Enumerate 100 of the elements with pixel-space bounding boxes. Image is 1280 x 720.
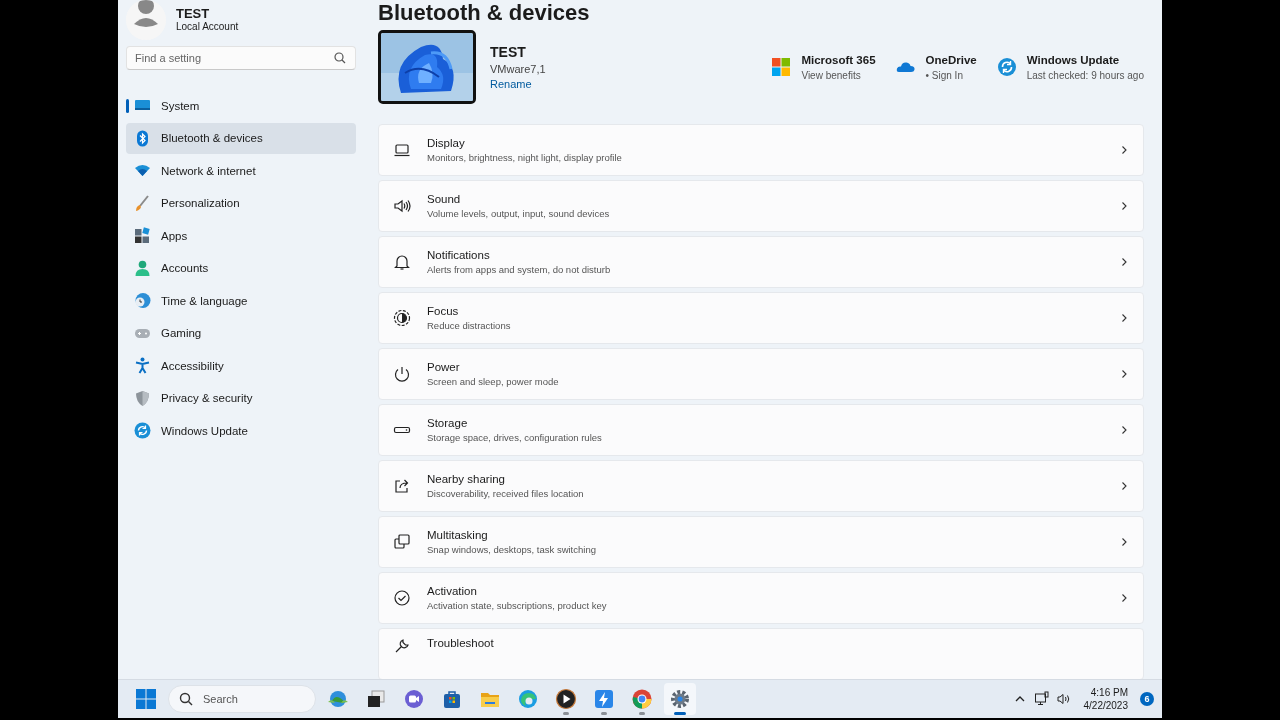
wrench-icon — [393, 637, 411, 655]
taskbar-app-button[interactable] — [664, 683, 696, 715]
taskbar-search-field[interactable]: Search — [168, 685, 316, 713]
card-subtitle: Monitors, brightness, night light, display profile — [427, 152, 622, 163]
settings-card[interactable]: Multitasking Snap windows, desktops, task switching — [378, 516, 1144, 568]
task-view-icon — [365, 688, 387, 710]
widgets-icon — [327, 688, 349, 710]
card-subtitle: Reduce distractions — [427, 320, 511, 331]
browser-icon — [517, 688, 539, 710]
sidebar-item[interactable]: Bluetooth & devices — [126, 122, 356, 154]
settings-card[interactable]: Storage Storage space, drives, configuration rules — [378, 404, 1144, 456]
volume-icon — [1055, 691, 1072, 707]
accessibility-icon — [134, 357, 151, 375]
brush-icon — [134, 194, 151, 212]
bell-icon — [393, 253, 411, 271]
card-title: Storage — [427, 417, 468, 429]
four-squares-icon — [771, 57, 792, 77]
card-subtitle: Activation state, subscriptions, product key — [427, 600, 607, 611]
sidebar-item[interactable]: Apps — [126, 220, 356, 252]
card-subtitle: Snap windows, desktops, task switching — [427, 544, 596, 555]
rename-link[interactable]: Rename — [490, 78, 532, 90]
shield-icon — [134, 389, 151, 407]
store-icon — [441, 688, 463, 710]
card-title: Activation — [427, 585, 477, 597]
focus-icon — [393, 309, 411, 327]
link-title[interactable]: Microsoft 365 — [801, 53, 876, 66]
play-icon — [555, 688, 577, 710]
sidebar-item[interactable]: System — [126, 90, 356, 122]
notification-badge[interactable]: 6 — [1140, 692, 1154, 706]
sync-icon — [134, 422, 151, 440]
chevron-icon — [1119, 201, 1129, 211]
link-title[interactable]: Windows Update — [1026, 53, 1120, 66]
person-icon — [134, 259, 151, 277]
chevron-icon — [1119, 313, 1129, 323]
network-icon — [1033, 691, 1050, 707]
link-subtitle: View benefits — [801, 69, 861, 81]
bluetooth-icon — [134, 129, 151, 147]
sync-icon — [996, 57, 1017, 77]
apps-icon — [134, 227, 151, 245]
search-icon — [178, 691, 194, 707]
settings-card[interactable]: Activation Activation state, subscriptions, product key — [378, 572, 1144, 624]
card-title: Multitasking — [427, 529, 488, 541]
share-icon — [393, 477, 411, 495]
chevron-icon — [1119, 537, 1129, 547]
lightning-app-icon — [593, 688, 615, 710]
device-name: TEST — [490, 44, 526, 60]
windows-icon — [393, 533, 411, 551]
settings-card[interactable]: Power Screen and sleep, power mode — [378, 348, 1144, 400]
card-title: Nearby sharing — [427, 473, 505, 485]
chat-icon — [403, 688, 425, 710]
user-name: TEST — [176, 7, 211, 21]
link-subtitle: • Sign In — [925, 69, 963, 81]
settings-card[interactable]: Nearby sharing Discoverability, received files location — [378, 460, 1144, 512]
card-subtitle: Volume levels, output, input, sound devices — [427, 208, 610, 219]
sidebar-item[interactable]: Gaming — [126, 317, 356, 349]
card-title: Troubleshoot — [427, 637, 494, 649]
card-subtitle: Screen and sleep, power mode — [427, 376, 559, 387]
sidebar-item[interactable]: Accessibility — [126, 350, 356, 382]
settings-card[interactable]: Display Monitors, brightness, night light, display profile — [378, 124, 1144, 176]
sidebar-item[interactable]: Time & language — [126, 285, 356, 317]
chevron-icon — [1119, 257, 1129, 267]
windows-logo-icon — [135, 688, 157, 710]
speaker-icon — [393, 197, 411, 215]
chevron-icon — [1119, 593, 1129, 603]
search-icon — [332, 50, 348, 66]
card-title: Power — [427, 361, 460, 373]
chevron-icon — [1119, 425, 1129, 435]
sidebar-item[interactable]: Personalization — [126, 187, 356, 219]
laptop-icon — [393, 141, 411, 159]
sidebar-item[interactable]: Privacy & security — [126, 382, 356, 414]
device-model: VMware7,1 — [490, 63, 546, 75]
clock-time: 4:16 PM — [1090, 686, 1128, 699]
sidebar-item[interactable]: Windows Update — [126, 415, 356, 447]
globe-clock-icon — [134, 292, 151, 310]
card-title: Notifications — [427, 249, 490, 261]
gear-icon — [669, 688, 691, 710]
account-type: Local Account — [176, 21, 239, 33]
sidebar-item[interactable]: Network & internet — [126, 155, 356, 187]
settings-card[interactable]: Focus Reduce distractions — [378, 292, 1144, 344]
page-heading: Bluetooth & devices — [378, 0, 590, 26]
chrome-icon — [631, 688, 653, 710]
settings-card[interactable]: Sound Volume levels, output, input, sound devices — [378, 180, 1144, 232]
power-icon — [393, 365, 411, 383]
card-title: Display — [427, 137, 465, 149]
card-title: Sound — [427, 193, 461, 205]
sidebar-item[interactable]: Accounts — [126, 252, 356, 284]
card-subtitle: Discoverability, received files location — [427, 488, 584, 499]
card-subtitle: Alerts from apps and system, do not disturb — [427, 264, 611, 275]
link-title[interactable]: OneDrive — [925, 53, 977, 66]
settings-card[interactable]: Notifications Alerts from apps and system, do not disturb — [378, 236, 1144, 288]
settings-search-field[interactable]: Find a setting — [126, 46, 356, 70]
chevron-icon — [1119, 481, 1129, 491]
chevron-icon — [1119, 145, 1129, 155]
link-subtitle: Last checked: 9 hours ago — [1026, 69, 1144, 81]
card-title: Focus — [427, 305, 459, 317]
clock-date: 4/22/2023 — [1083, 699, 1128, 712]
card-subtitle: Storage space, drives, configuration rules — [427, 432, 602, 443]
check-circle-icon — [393, 589, 411, 607]
settings-card[interactable]: Troubleshoot — [378, 628, 1144, 679]
chevron-icon — [1119, 369, 1129, 379]
